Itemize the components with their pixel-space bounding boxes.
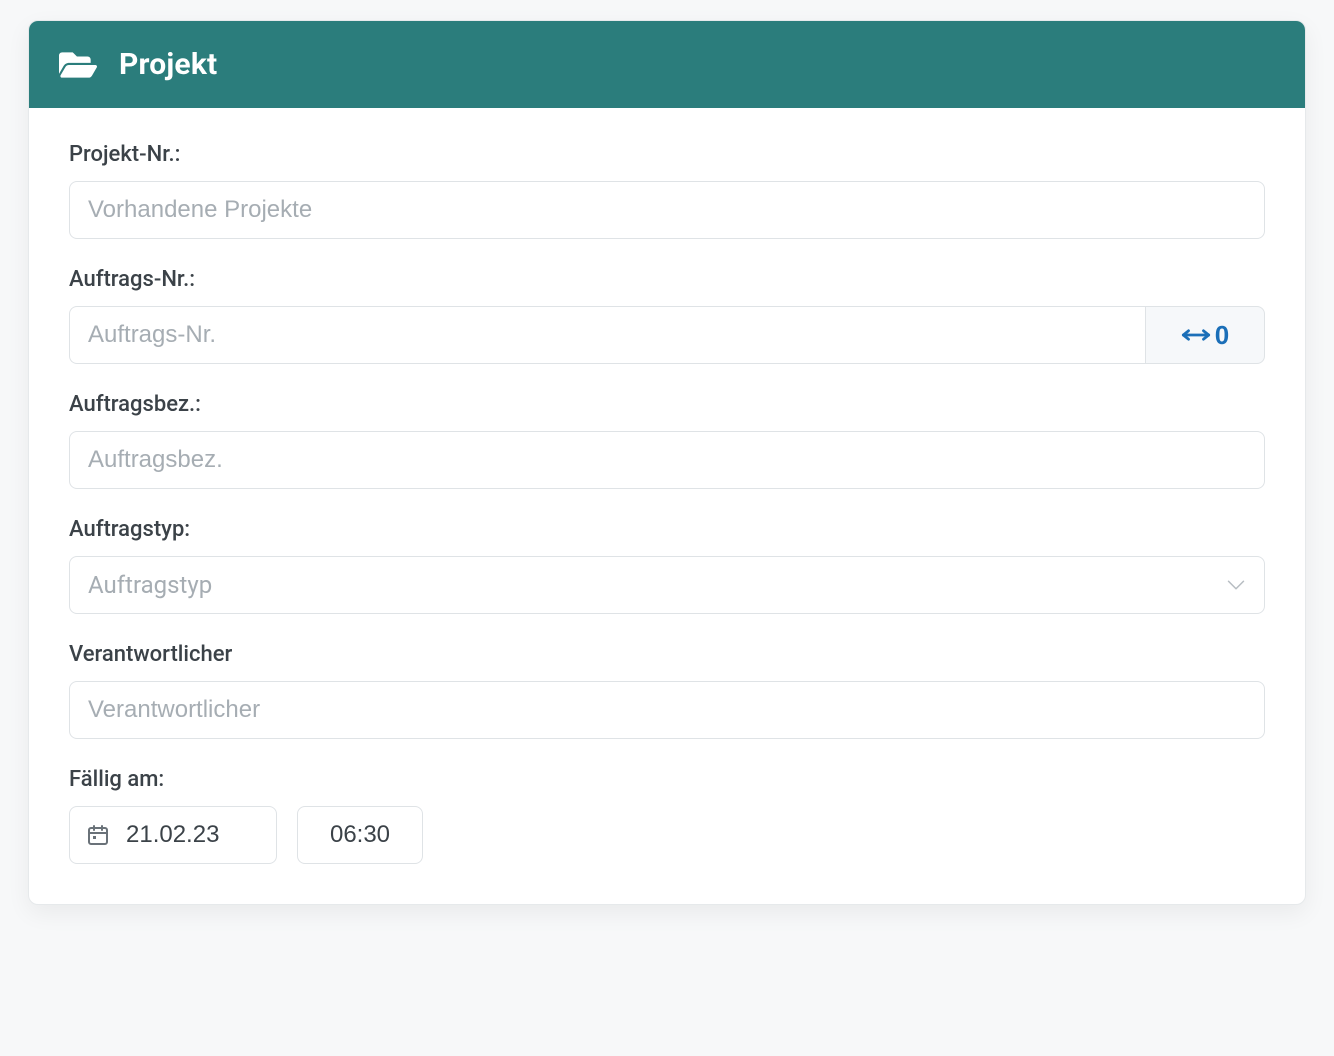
card-title: Projekt [119,47,217,82]
order-nr-addon-text: 0 [1215,320,1229,351]
card-body: Projekt-Nr.: Auftrags-Nr.: [29,108,1305,904]
due-label: Fällig am: [69,767,1265,792]
project-card: Projekt Projekt-Nr.: Auftrags-Nr.: [28,20,1306,905]
responsible-input[interactable] [69,681,1265,739]
due-time-input[interactable] [297,806,423,864]
card-header: Projekt [29,21,1305,108]
field-order-type: Auftragstyp: Auftragstyp [69,517,1265,614]
field-project-nr: Projekt-Nr.: [69,142,1265,239]
field-responsible: Verantwortlicher [69,642,1265,739]
order-type-select[interactable]: Auftragstyp [69,556,1265,614]
field-order-name: Auftragsbez.: [69,392,1265,489]
project-nr-input[interactable] [69,181,1265,239]
arrows-horizontal-icon [1181,320,1211,351]
order-name-label: Auftragsbez.: [69,392,1265,417]
order-nr-input[interactable] [69,306,1145,364]
due-date-group [69,806,277,864]
order-type-placeholder: Auftragstyp [88,571,212,599]
order-nr-group: 0 [69,306,1265,364]
order-nr-label: Auftrags-Nr.: [69,267,1265,292]
order-type-label: Auftragstyp: [69,517,1265,542]
field-due: Fällig am: [69,767,1265,864]
responsible-label: Verantwortlicher [69,642,1265,667]
due-date-input[interactable] [126,807,276,863]
folder-open-icon [59,48,97,82]
calendar-icon [70,807,126,863]
order-nr-reset-button[interactable]: 0 [1145,306,1265,364]
field-order-nr: Auftrags-Nr.: 0 [69,267,1265,364]
project-nr-label: Projekt-Nr.: [69,142,1265,167]
order-name-input[interactable] [69,431,1265,489]
